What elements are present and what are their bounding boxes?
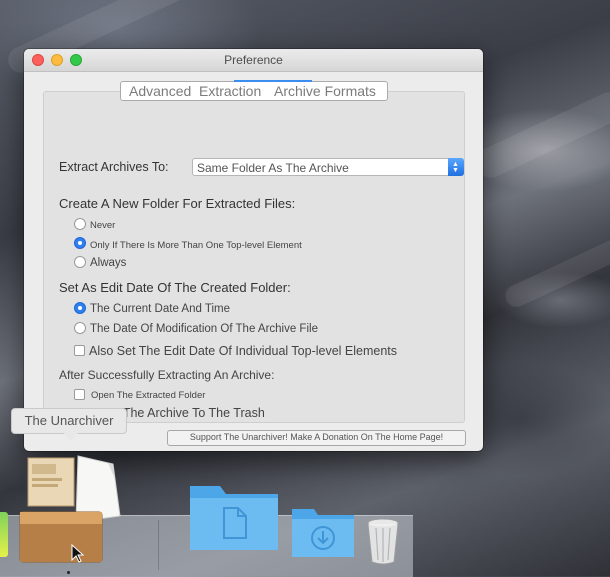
radio-archive-mod-date[interactable] (74, 322, 86, 334)
unarchiver-icon[interactable] (18, 452, 126, 567)
running-indicator (67, 571, 70, 574)
wallpaper-streak (471, 87, 610, 183)
dock-separator (158, 520, 159, 570)
partial-app-icon[interactable] (0, 512, 8, 557)
donate-button[interactable]: Support The Unarchiver! Make A Donation … (167, 430, 466, 446)
checkbox-open-folder[interactable] (74, 389, 85, 400)
preferences-window: Preference Extract Archives To: Same Fol… (24, 49, 483, 451)
extract-to-value: Same Folder As The Archive (197, 161, 349, 175)
edit-date-heading: Set As Edit Date Of The Created Folder: (59, 280, 291, 295)
extract-to-label: Extract Archives To: (59, 160, 169, 174)
extraction-panel: Extract Archives To: Same Folder As The … (43, 91, 465, 423)
chevron-updown-icon: ▲ ▼ (448, 158, 464, 176)
dock-tooltip: The Unarchiver (11, 408, 127, 441)
radio-only-if-more-than-one-label: Only If There Is More Than One Top-level… (90, 240, 302, 251)
title-bar[interactable]: Preference (24, 49, 483, 72)
tab-selection-indicator (234, 80, 312, 82)
radio-current-date-label: The Current Date And Time (90, 303, 230, 315)
radio-always-label: Always (90, 257, 127, 269)
checkbox-also-set-edit-date[interactable] (74, 345, 85, 356)
radio-never-label: Never (90, 220, 116, 231)
radio-always[interactable] (74, 256, 86, 268)
tab-bar: Advanced Extraction Archive Formats (120, 80, 388, 101)
radio-never[interactable] (74, 218, 86, 230)
tab-advanced[interactable]: Advanced (129, 82, 191, 100)
radio-current-date[interactable] (74, 302, 86, 314)
documents-folder-icon[interactable] (186, 478, 282, 554)
extract-to-select[interactable]: Same Folder As The Archive ▲ ▼ (192, 158, 464, 176)
tab-extraction[interactable]: Extraction (199, 82, 261, 100)
checkbox-also-set-edit-date-label: Also Set The Edit Date Of Individual Top… (89, 344, 398, 358)
window-title: Preference (224, 53, 283, 67)
checkbox-open-folder-label: Open The Extracted Folder (91, 390, 206, 401)
wallpaper-streak (501, 231, 610, 311)
new-folder-heading: Create A New Folder For Extracted Files: (59, 196, 296, 211)
trash-icon[interactable] (364, 516, 402, 566)
after-extract-heading: After Successfully Extracting An Archive… (59, 368, 275, 382)
downloads-folder-icon[interactable] (290, 505, 356, 559)
tab-archive-formats[interactable]: Archive Formats (274, 82, 376, 100)
radio-archive-mod-date-label: The Date Of Modification Of The Archive … (90, 323, 318, 335)
radio-only-if-more-than-one[interactable] (74, 237, 86, 249)
